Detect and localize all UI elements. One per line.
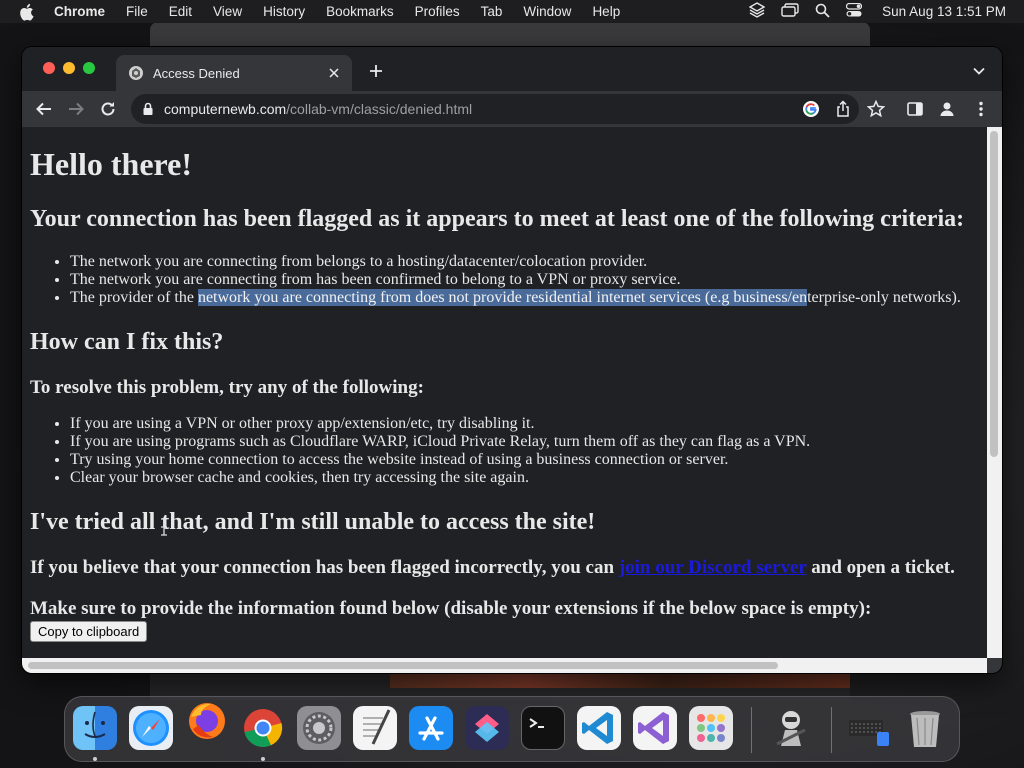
chrome-icon[interactable]	[241, 706, 285, 750]
screen-mirroring-icon[interactable]	[781, 3, 799, 20]
menu-app-name[interactable]: Chrome	[54, 4, 105, 19]
vscode-icon[interactable]	[577, 706, 621, 750]
horizontal-scrollbar[interactable]	[22, 658, 987, 673]
discord-link[interactable]: join our Discord server	[619, 557, 807, 578]
share-icon[interactable]	[835, 100, 851, 118]
finder-running-indicator	[93, 757, 97, 761]
info-heading: Make sure to provide the information fou…	[30, 598, 872, 619]
layers-status-icon[interactable]	[748, 2, 766, 21]
apple-menu-icon[interactable]	[18, 3, 36, 21]
automator-icon[interactable]	[769, 706, 813, 750]
visual-studio-icon[interactable]	[633, 706, 677, 750]
browser-toolbar: computernewb.com/collab-vm/classic/denie…	[22, 91, 1002, 127]
chrome-running-indicator	[261, 757, 265, 761]
menu-edit[interactable]: Edit	[169, 4, 192, 19]
zoom-window-button[interactable]	[83, 62, 95, 74]
discord-text-before: If you believe that your connection has …	[30, 557, 619, 578]
browser-window: Access Denied computernewb.com/collab-vm…	[22, 47, 1002, 673]
downloads-stack-icon[interactable]	[847, 706, 891, 750]
page-viewport: Hello there! Your connection has been fl…	[22, 127, 987, 658]
url-path: /collab-vm/classic/denied.html	[286, 101, 473, 117]
vertical-scrollbar-thumb[interactable]	[990, 131, 998, 457]
forward-arrow-icon[interactable]	[67, 100, 85, 118]
dock	[64, 696, 960, 762]
menu-bar-clock[interactable]: Sun Aug 13 1:51 PM	[882, 4, 1006, 19]
list-item: The network you are connecting from belo…	[70, 253, 961, 271]
menu-history[interactable]: History	[263, 4, 305, 19]
list-item: Clear your browser cache and cookies, th…	[70, 469, 810, 487]
shortcuts-icon[interactable]	[465, 706, 509, 750]
side-panel-icon[interactable]	[906, 100, 924, 118]
dock-separator	[751, 707, 752, 753]
tab-title: Access Denied	[153, 65, 240, 81]
fix-subheading: To resolve this problem, try any of the …	[30, 377, 424, 398]
launchpad-icon[interactable]	[689, 706, 733, 750]
bookmark-star-icon[interactable]	[866, 99, 886, 118]
back-arrow-icon[interactable]	[35, 100, 53, 118]
copy-to-clipboard-button[interactable]: Copy to clipboard	[30, 621, 148, 642]
criteria-heading: Your connection has been flagged as it a…	[30, 206, 965, 232]
textedit-icon[interactable]	[353, 706, 397, 750]
list-item: The provider of the network you are conn…	[70, 289, 961, 307]
lock-icon[interactable]	[141, 102, 155, 116]
list-item: If you are using a VPN or other proxy ap…	[70, 415, 810, 433]
fix-heading: How can I fix this?	[30, 329, 224, 355]
system-settings-icon[interactable]	[297, 706, 341, 750]
menu-bar: Chrome File Edit View History Bookmarks …	[0, 0, 1024, 23]
new-tab-icon[interactable]	[368, 63, 384, 79]
menu-window[interactable]: Window	[523, 4, 571, 19]
tab-search-chevron-icon[interactable]	[972, 64, 986, 78]
list-item: If you are using programs such as Cloudf…	[70, 433, 810, 451]
menu-profiles[interactable]: Profiles	[415, 4, 460, 19]
criteria-item3-suffix: terprise-only networks).	[807, 289, 961, 306]
still-unable-heading: I've tried all that, and I'm still unabl…	[30, 509, 596, 535]
control-center-icon[interactable]	[846, 2, 863, 20]
firefox-icon[interactable]	[185, 699, 229, 743]
url-host: computernewb.com	[164, 101, 287, 117]
menu-help[interactable]: Help	[592, 4, 620, 19]
reload-icon[interactable]	[99, 100, 117, 118]
more-menu-icon[interactable]	[972, 100, 990, 118]
discord-instructions: If you believe that your connection has …	[30, 557, 955, 579]
tab-close-icon[interactable]	[326, 65, 342, 81]
list-item: The network you are connecting from has …	[70, 271, 961, 289]
site-favicon-icon	[128, 65, 144, 81]
app-store-icon[interactable]	[409, 706, 453, 750]
criteria-list: The network you are connecting from belo…	[70, 253, 961, 307]
profile-avatar-icon[interactable]	[938, 100, 956, 118]
menu-file[interactable]: File	[126, 4, 148, 19]
terminal-icon[interactable]	[521, 706, 565, 750]
google-lens-icon[interactable]	[803, 101, 819, 117]
vertical-scrollbar[interactable]	[987, 127, 1002, 658]
close-window-button[interactable]	[43, 62, 55, 74]
minimize-window-button[interactable]	[63, 62, 75, 74]
horizontal-scrollbar-thumb[interactable]	[28, 662, 778, 669]
menu-bookmarks[interactable]: Bookmarks	[326, 4, 394, 19]
menu-view[interactable]: View	[213, 4, 242, 19]
page-title: Hello there!	[30, 146, 193, 182]
discord-text-after: and open a ticket.	[806, 557, 955, 578]
selected-text: network you are connecting from does not…	[197, 289, 808, 306]
fix-list: If you are using a VPN or other proxy ap…	[70, 415, 810, 487]
tab-access-denied[interactable]: Access Denied	[116, 55, 352, 91]
spotlight-search-icon[interactable]	[815, 3, 830, 21]
safari-icon[interactable]	[129, 706, 173, 750]
dock-separator	[831, 707, 832, 753]
tab-strip: Access Denied	[22, 47, 1002, 91]
list-item: Try using your home connection to access…	[70, 451, 810, 469]
text-cursor-icon	[160, 518, 168, 536]
finder-icon[interactable]	[73, 706, 117, 750]
criteria-item3-prefix: The provider of the	[70, 289, 198, 306]
address-bar[interactable]: computernewb.com/collab-vm/classic/denie…	[131, 94, 859, 124]
trash-icon[interactable]	[903, 706, 947, 750]
menu-tab[interactable]: Tab	[481, 4, 503, 19]
